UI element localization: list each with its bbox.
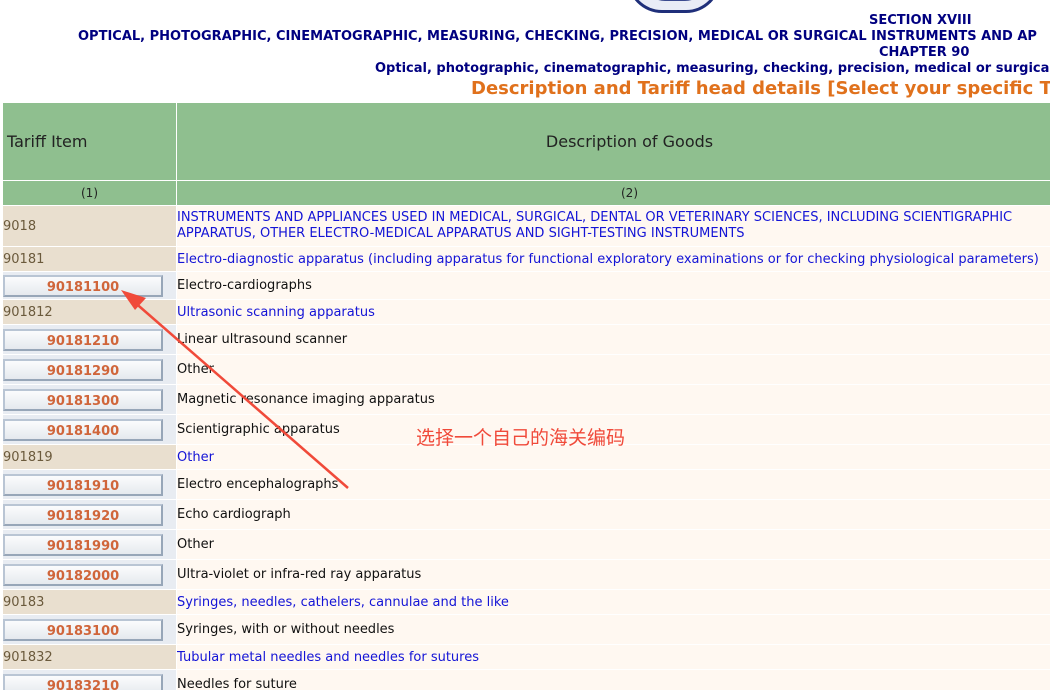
table-row: 901812 Ultrasonic scanning apparatus bbox=[2, 299, 1050, 325]
emblem-logo-inner bbox=[642, 0, 708, 1]
column-header-tariff-item: Tariff Item bbox=[2, 102, 177, 181]
tariff-button-cell: 90181910 bbox=[2, 469, 177, 500]
tariff-button-cell: 90182000 bbox=[2, 559, 177, 590]
tariff-item-button[interactable]: 90181400 bbox=[3, 418, 163, 441]
item-description: Linear ultrasound scanner bbox=[176, 324, 1050, 355]
heading-code: 901832 bbox=[2, 644, 177, 670]
table-row: 90181910 Electro encephalographs bbox=[2, 469, 1050, 500]
table-row: 90183100 Syringes, with or without needl… bbox=[2, 614, 1050, 645]
item-description: Electro-cardiographs bbox=[176, 271, 1050, 300]
tariff-item-button[interactable]: 90181990 bbox=[3, 533, 163, 556]
tariff-button-cell: 90181400 bbox=[2, 414, 177, 445]
item-description: Echo cardiograph bbox=[176, 499, 1050, 530]
table-row: 90181300 Magnetic resonance imaging appa… bbox=[2, 384, 1050, 415]
item-description: Other bbox=[176, 354, 1050, 385]
tariff-button-cell: 90183100 bbox=[2, 614, 177, 645]
heading-code: 901812 bbox=[2, 299, 177, 325]
heading-link[interactable]: Ultrasonic scanning apparatus bbox=[176, 299, 1050, 325]
tariff-item-button[interactable]: 90181910 bbox=[3, 473, 163, 496]
table-row: 90181 Electro-diagnostic apparatus (incl… bbox=[2, 246, 1050, 272]
tariff-button-cell: 90181990 bbox=[2, 529, 177, 560]
tariff-button-cell: 90181100 bbox=[2, 271, 177, 300]
tariff-page: SECTION XVIII OPTICAL, PHOTOGRAPHIC, CIN… bbox=[0, 0, 1050, 690]
table-row: 90181920 Echo cardiograph bbox=[2, 499, 1050, 530]
section-heading: SECTION XVIII bbox=[869, 13, 972, 28]
heading-link[interactable]: Syringes, needles, cathelers, cannulae a… bbox=[176, 589, 1050, 615]
heading-link[interactable]: Electro-diagnostic apparatus (including … bbox=[176, 246, 1050, 272]
tariff-button-cell: 90183210 bbox=[2, 669, 177, 690]
column-number-2: (2) bbox=[176, 180, 1050, 206]
tariff-item-button[interactable]: 90181290 bbox=[3, 358, 163, 381]
table-row: 90183 Syringes, needles, cathelers, cann… bbox=[2, 589, 1050, 615]
table-row: 90181210 Linear ultrasound scanner bbox=[2, 324, 1050, 355]
tariff-table: Tariff Item Description of Goods (1) (2)… bbox=[2, 102, 1050, 690]
tariff-button-cell: 90181290 bbox=[2, 354, 177, 385]
item-description: Ultra-violet or infra-red ray apparatus bbox=[176, 559, 1050, 590]
item-description: Other bbox=[176, 529, 1050, 560]
column-number-1: (1) bbox=[2, 180, 177, 206]
tariff-item-button[interactable]: 90183100 bbox=[3, 618, 163, 641]
heading-code: 90183 bbox=[2, 589, 177, 615]
heading-link[interactable]: INSTRUMENTS AND APPLIANCES USED IN MEDIC… bbox=[176, 205, 1050, 247]
table-row: 90183210 Needles for suture bbox=[2, 669, 1050, 690]
tariff-button-cell: 90181210 bbox=[2, 324, 177, 355]
table-row: 901832 Tubular metal needles and needles… bbox=[2, 644, 1050, 670]
tariff-item-button[interactable]: 90183210 bbox=[3, 673, 163, 690]
heading-code: 9018 bbox=[2, 205, 177, 247]
heading-link[interactable]: Tubular metal needles and needles for su… bbox=[176, 644, 1050, 670]
tariff-item-button[interactable]: 90181100 bbox=[3, 274, 163, 297]
tariff-item-button[interactable]: 90181210 bbox=[3, 328, 163, 351]
section-title: OPTICAL, PHOTOGRAPHIC, CINEMATOGRAPHIC, … bbox=[78, 29, 1037, 44]
heading-code: 90181 bbox=[2, 246, 177, 272]
tariff-item-button[interactable]: 90181920 bbox=[3, 503, 163, 526]
table-row: 9018 INSTRUMENTS AND APPLIANCES USED IN … bbox=[2, 205, 1050, 247]
column-header-description: Description of Goods bbox=[176, 102, 1050, 181]
emblem-logo bbox=[627, 0, 721, 13]
tariff-button-cell: 90181920 bbox=[2, 499, 177, 530]
chapter-heading: CHAPTER 90 bbox=[879, 45, 970, 60]
item-description: Needles for suture bbox=[176, 669, 1050, 690]
annotation-text: 选择一个自己的海关编码 bbox=[416, 427, 626, 449]
heading-code: 901819 bbox=[2, 444, 177, 470]
tariff-item-button[interactable]: 90181300 bbox=[3, 388, 163, 411]
description-title: Description and Tariff head details [Sel… bbox=[471, 78, 1050, 99]
table-row: 90181990 Other bbox=[2, 529, 1050, 560]
item-description: Electro encephalographs bbox=[176, 469, 1050, 500]
table-row: 90181290 Other bbox=[2, 354, 1050, 385]
item-description: Magnetic resonance imaging apparatus bbox=[176, 384, 1050, 415]
table-row: 90182000 Ultra-violet or infra-red ray a… bbox=[2, 559, 1050, 590]
chapter-title: Optical, photographic, cinematographic, … bbox=[375, 61, 1050, 76]
item-description: Syringes, with or without needles bbox=[176, 614, 1050, 645]
tariff-button-cell: 90181300 bbox=[2, 384, 177, 415]
tariff-item-button[interactable]: 90182000 bbox=[3, 563, 163, 586]
table-row: 90181100 Electro-cardiographs bbox=[2, 271, 1050, 300]
